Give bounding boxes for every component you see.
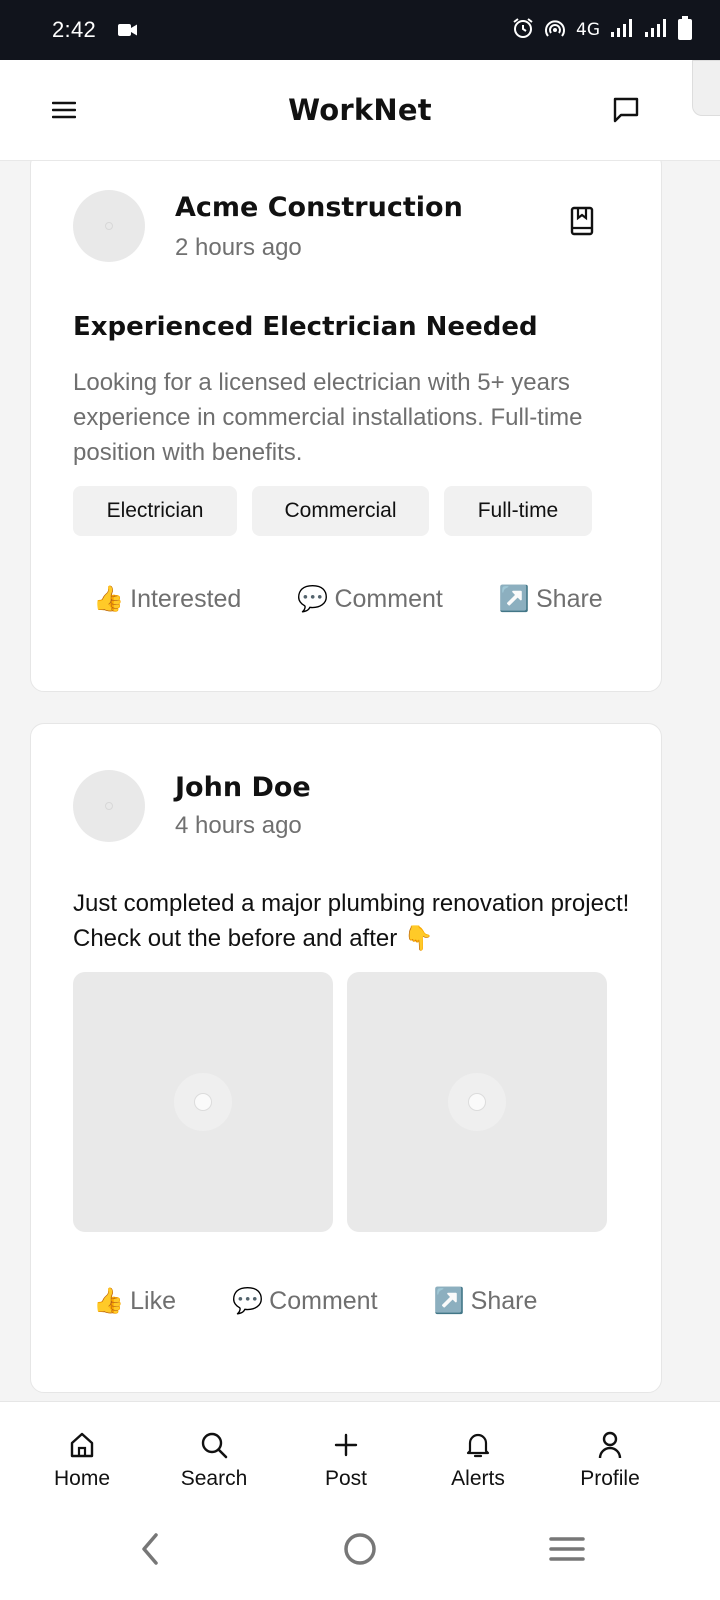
tag-chip[interactable]: Commercial [252, 486, 429, 536]
network-type: 4G [576, 20, 600, 40]
action-label: Share [470, 1286, 538, 1315]
image-placeholder-icon [174, 1073, 232, 1131]
scroll-handle[interactable] [692, 60, 720, 116]
speech-bubble-icon: 💬 [232, 1286, 264, 1315]
post-time: 2 hours ago [175, 234, 302, 261]
plus-icon [333, 1430, 359, 1460]
app-header: WorkNet [0, 60, 720, 161]
action-label: Share [535, 584, 603, 613]
video-camera-icon [118, 23, 138, 37]
like-button[interactable]: 👍 Like [93, 1286, 176, 1316]
thumbs-up-icon: 👍 [93, 1286, 125, 1315]
nav-home[interactable]: Home [16, 1402, 148, 1503]
nav-label: Search [180, 1467, 248, 1490]
action-label: Like [130, 1286, 177, 1315]
share-arrow-icon: ↗️ [498, 584, 530, 613]
bottom-nav: Home Search Post Alerts Profile [0, 1401, 720, 1503]
system-navigation [0, 1503, 720, 1600]
post-actions: 👍 Like 💬 Comment ↗️ Share [93, 1286, 537, 1316]
share-button[interactable]: ↗️ Share [499, 584, 603, 614]
post-photo[interactable] [347, 972, 607, 1232]
post-actions: 👍 Interested 💬 Comment ↗️ Share [93, 584, 603, 614]
bookmark-icon[interactable] [567, 205, 597, 237]
nav-label: Profile [580, 1467, 640, 1490]
share-button[interactable]: ↗️ Share [434, 1286, 538, 1316]
thumbs-up-icon: 👍 [93, 584, 125, 613]
comment-button[interactable]: 💬 Comment [297, 584, 443, 614]
recents-icon[interactable] [548, 1529, 586, 1569]
back-icon[interactable] [138, 1529, 162, 1569]
signal-icon [644, 18, 668, 43]
nav-post[interactable]: Post [280, 1402, 412, 1503]
post-text: Just completed a major plumbing renovati… [73, 890, 630, 952]
post-author[interactable]: Acme Construction [175, 192, 463, 223]
search-icon [200, 1430, 228, 1460]
home-icon [68, 1430, 96, 1460]
post-description: Looking for a licensed electrician with … [73, 369, 583, 466]
job-post-card: Acme Construction 2 hours ago Experience… [30, 161, 662, 692]
comment-button[interactable]: 💬 Comment [232, 1286, 378, 1316]
speech-bubble-icon: 💬 [297, 584, 329, 613]
nav-label: Home [53, 1467, 111, 1490]
interested-button[interactable]: 👍 Interested [93, 584, 241, 614]
avatar[interactable] [73, 190, 145, 262]
home-circle-icon[interactable] [340, 1529, 380, 1569]
post-time: 4 hours ago [175, 812, 302, 839]
action-label: Comment [334, 584, 443, 613]
hamburger-icon[interactable] [44, 90, 84, 130]
status-time: 2:42 [52, 17, 97, 42]
image-placeholder-icon [448, 1073, 506, 1131]
hotspot-icon [544, 18, 566, 43]
action-label: Comment [269, 1286, 378, 1315]
share-arrow-icon: ↗️ [433, 1286, 465, 1315]
tag-list: Electrician Commercial Full-time [73, 486, 592, 536]
post-title: Experienced Electrician Needed [73, 312, 538, 342]
nav-alerts[interactable]: Alerts [412, 1402, 544, 1503]
alarm-icon [512, 17, 534, 44]
status-bar: 2:42 4G [0, 0, 720, 60]
bell-icon [464, 1430, 492, 1460]
person-icon [597, 1430, 623, 1460]
post-photo[interactable] [73, 972, 333, 1232]
chat-icon[interactable] [606, 90, 646, 130]
nav-search[interactable]: Search [148, 1402, 280, 1503]
app-title: WorkNet [288, 93, 432, 127]
tag-chip[interactable]: Electrician [73, 486, 237, 536]
nav-label: Post [324, 1467, 368, 1490]
feed[interactable]: Acme Construction 2 hours ago Experience… [0, 161, 692, 1401]
action-label: Interested [130, 584, 242, 613]
battery-icon [678, 15, 692, 45]
nav-label: Alerts [451, 1467, 505, 1490]
avatar[interactable] [73, 770, 145, 842]
user-post-card: John Doe 4 hours ago Just completed a ma… [30, 723, 662, 1393]
nav-profile[interactable]: Profile [544, 1402, 676, 1503]
tag-chip[interactable]: Full-time [444, 486, 592, 536]
post-author[interactable]: John Doe [175, 772, 311, 803]
signal-icon [610, 18, 634, 43]
